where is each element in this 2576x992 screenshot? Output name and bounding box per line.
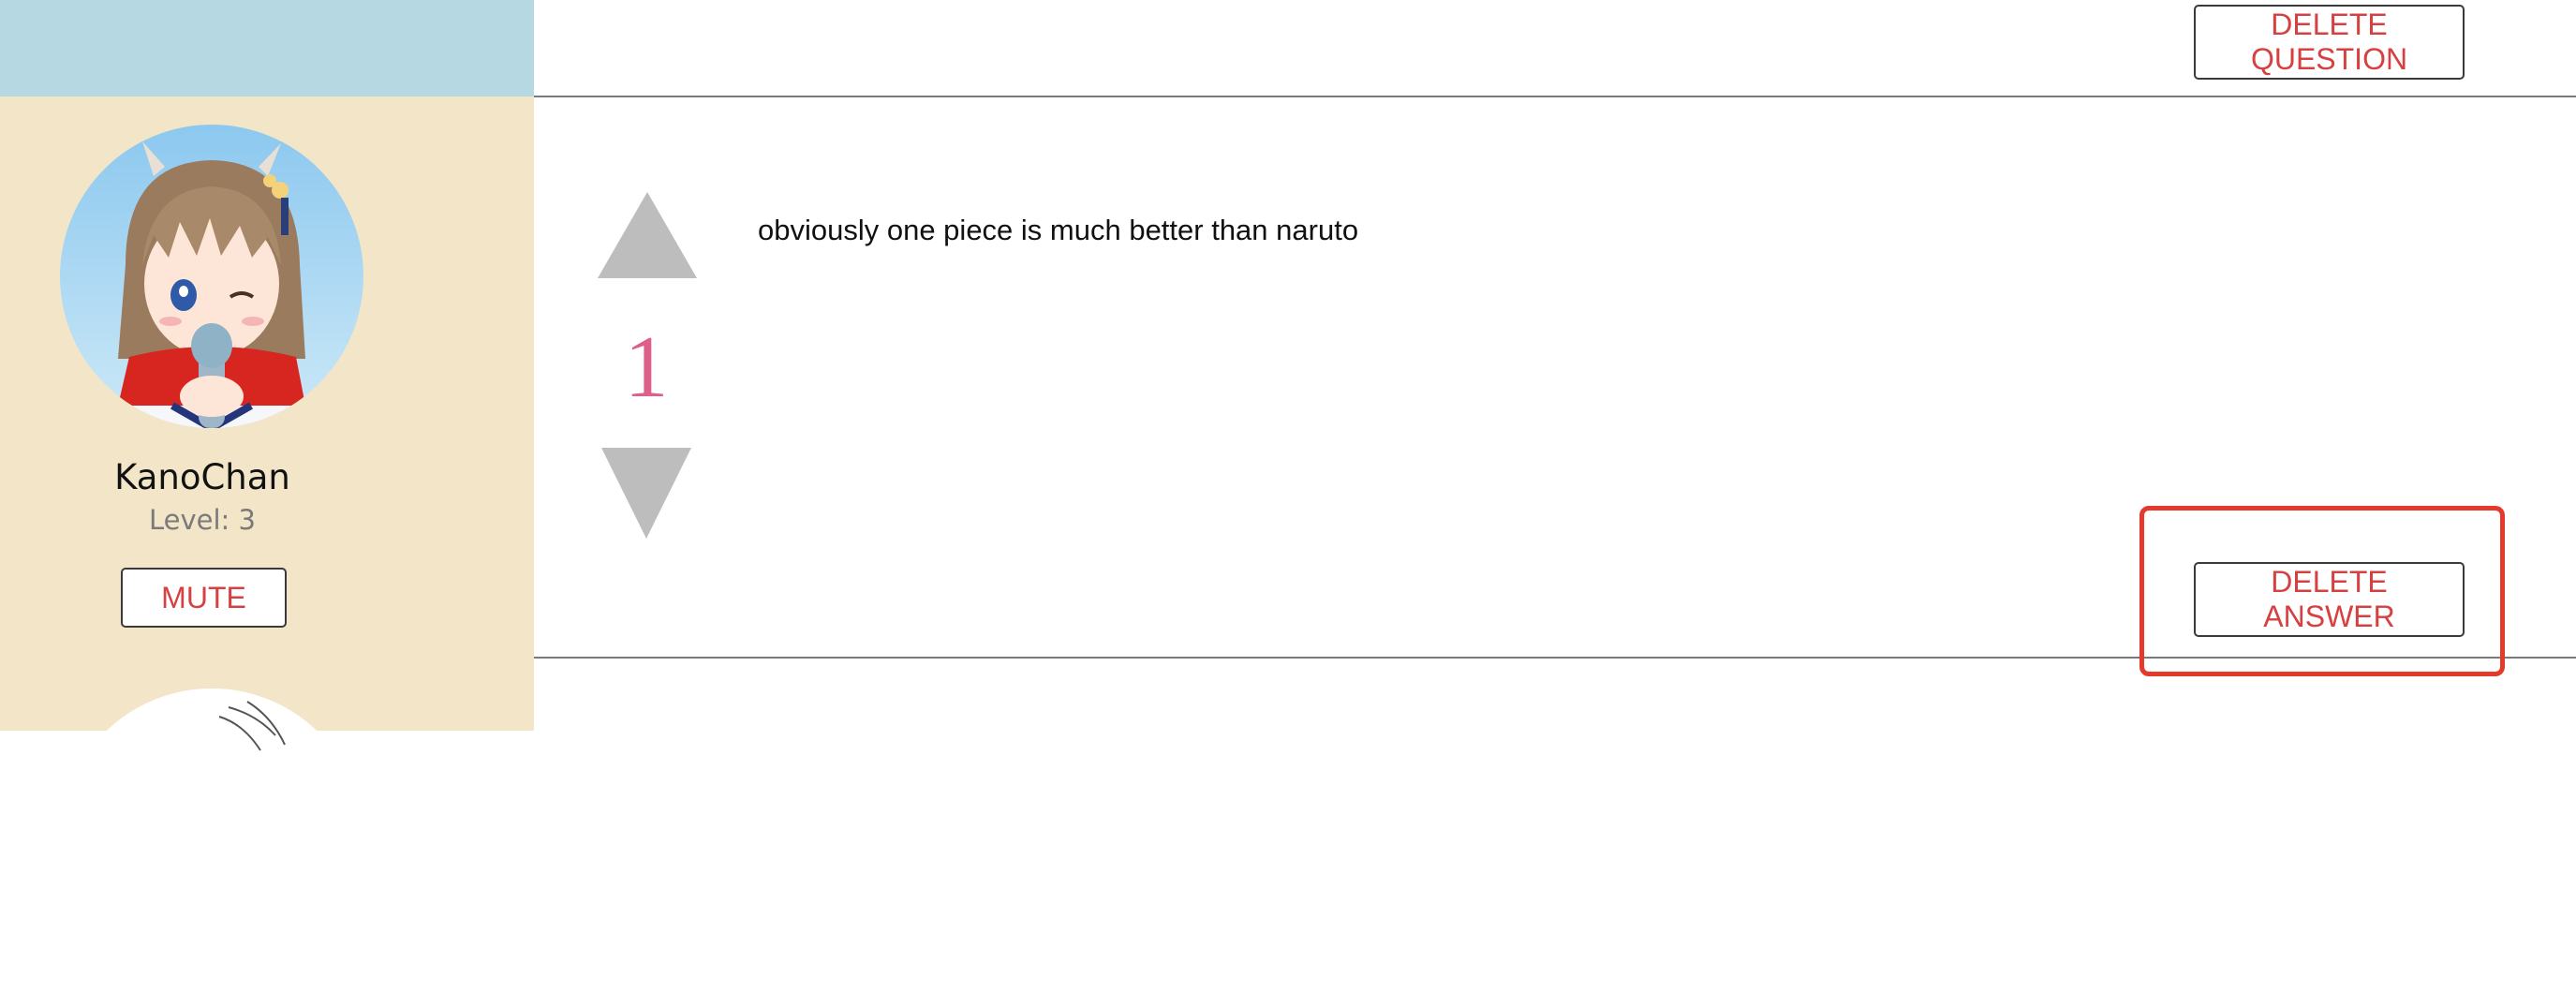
question-author-panel xyxy=(0,0,534,96)
triangle-down-icon xyxy=(601,448,691,539)
answer-text: obviously one piece is much better than … xyxy=(758,214,1359,246)
mute-button[interactable]: MUTE xyxy=(121,568,287,628)
delete-answer-button[interactable]: DELETE ANSWER xyxy=(2194,562,2465,637)
triangle-up-icon xyxy=(598,192,697,278)
sketch-avatar-icon xyxy=(60,688,363,992)
user-level: Level: 3 xyxy=(149,504,256,536)
avatar xyxy=(60,125,363,428)
divider xyxy=(534,96,2576,97)
upvote-button[interactable] xyxy=(598,192,697,278)
downvote-button[interactable] xyxy=(601,448,691,539)
username: KanoChan xyxy=(114,457,290,497)
anime-girl-avatar-icon xyxy=(60,125,363,428)
vote-count: 1 xyxy=(624,318,669,416)
divider xyxy=(534,657,2576,659)
next-avatar xyxy=(60,688,363,992)
delete-question-button[interactable]: DELETE QUESTION xyxy=(2194,5,2465,80)
